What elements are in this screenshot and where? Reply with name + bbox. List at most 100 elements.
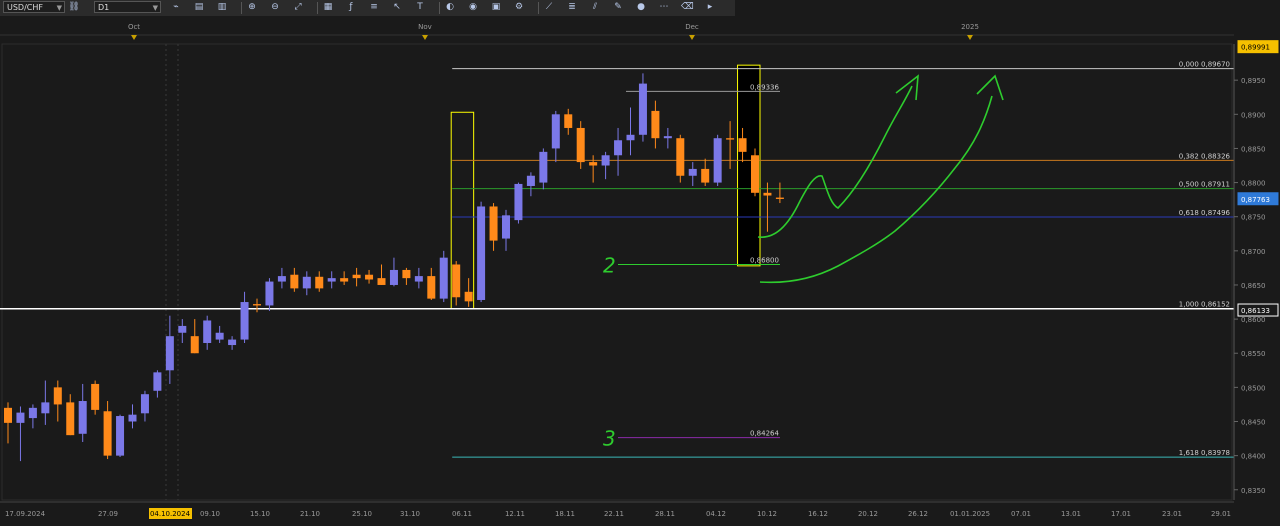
candle-body[interactable]: [352, 274, 361, 279]
candle-body[interactable]: [253, 304, 261, 306]
indicator-icon[interactable]: ƒ: [345, 2, 357, 13]
circle-icon[interactable]: ●: [635, 2, 647, 13]
candle-body[interactable]: [178, 325, 187, 333]
candle-body[interactable]: [763, 192, 772, 196]
candle-body[interactable]: [228, 339, 237, 346]
candle-body[interactable]: [41, 402, 50, 414]
candle-body[interactable]: [751, 155, 759, 193]
candle-body[interactable]: [66, 402, 75, 436]
bar-icon[interactable]: ▤: [193, 2, 205, 13]
candle-body[interactable]: [4, 407, 12, 423]
candle-body[interactable]: [78, 401, 87, 434]
timeframe-value: D1: [98, 3, 110, 12]
candle-body[interactable]: [16, 412, 25, 423]
y-tick-label: 0,8500: [1241, 384, 1266, 392]
x-tick-label: 17.01: [1111, 510, 1131, 518]
candle-body[interactable]: [277, 276, 286, 282]
candle-body[interactable]: [340, 278, 349, 282]
candle-body[interactable]: [713, 138, 722, 183]
candle-body[interactable]: [290, 274, 299, 289]
zoom-in-icon[interactable]: ⊕: [246, 2, 258, 13]
candle-body[interactable]: [414, 276, 423, 282]
candle-body[interactable]: [651, 110, 660, 139]
more-icon[interactable]: ▸: [704, 2, 716, 13]
color-icon[interactable]: ◐: [444, 2, 456, 13]
candle-body[interactable]: [402, 269, 411, 279]
candle-body[interactable]: [190, 336, 199, 354]
candle-body[interactable]: [676, 138, 685, 176]
grid-icon[interactable]: ▦: [322, 2, 334, 13]
price-chart[interactable]: 0,000 0,89670 0,382 0,88326 0,500 0,87911 0…: [0, 16, 1280, 526]
x-tick-label: 10.12: [757, 510, 777, 518]
candle-body[interactable]: [601, 155, 610, 166]
candle-body[interactable]: [377, 278, 386, 285]
candle-body[interactable]: [103, 411, 112, 456]
globe-icon[interactable]: ◉: [467, 2, 479, 13]
candle-body[interactable]: [701, 168, 710, 183]
candle-body[interactable]: [726, 138, 735, 140]
candle-body[interactable]: [203, 320, 212, 343]
candle-body[interactable]: [775, 197, 784, 199]
candle-body[interactable]: [688, 168, 697, 176]
candle-body[interactable]: [116, 416, 125, 456]
fit-icon[interactable]: ⤢: [292, 2, 304, 13]
channel-icon[interactable]: ⫽: [589, 2, 601, 13]
trend-icon[interactable]: ⟋: [543, 2, 555, 13]
candle-icon[interactable]: ▥: [216, 2, 228, 13]
candle-body[interactable]: [53, 387, 62, 405]
candle-body[interactable]: [28, 407, 37, 419]
candle-body[interactable]: [663, 136, 672, 139]
dots-icon[interactable]: ⋯: [658, 2, 670, 13]
candle-body[interactable]: [589, 162, 598, 166]
object-list-icon[interactable]: ≡: [368, 2, 380, 13]
annotation-number: 3: [603, 427, 616, 451]
chevron-down-icon: ▼: [152, 4, 158, 12]
candle-body[interactable]: [477, 206, 486, 300]
eraser-icon[interactable]: ⌫: [681, 2, 694, 13]
candle-body[interactable]: [91, 383, 100, 410]
text-icon[interactable]: T: [414, 2, 426, 13]
settings-icon[interactable]: ⚙: [513, 2, 525, 13]
candle-body[interactable]: [564, 114, 573, 128]
zoom-out-icon[interactable]: ⊖: [269, 2, 281, 13]
candle-body[interactable]: [427, 276, 436, 299]
fib-icon[interactable]: ≣: [566, 2, 578, 13]
x-tick-label: 16.12: [808, 510, 828, 518]
candle-body[interactable]: [153, 372, 162, 391]
candle-body[interactable]: [539, 151, 548, 183]
candle-body[interactable]: [302, 276, 311, 289]
candle-body[interactable]: [128, 414, 137, 422]
candle-body[interactable]: [502, 215, 510, 239]
symbol-select[interactable]: USD/CHF ▼: [3, 1, 65, 13]
candle-body[interactable]: [439, 257, 448, 299]
candle-body[interactable]: [626, 134, 635, 141]
pen-icon[interactable]: ✎: [612, 2, 624, 13]
candle-body[interactable]: [240, 302, 249, 340]
candle-body[interactable]: [526, 175, 535, 186]
candle-body[interactable]: [315, 276, 324, 289]
candle-body[interactable]: [638, 83, 647, 135]
timeframe-select[interactable]: D1 ▼: [94, 1, 161, 13]
x-tick-label: 20.12: [858, 510, 878, 518]
link-icon[interactable]: ⛓: [68, 2, 80, 13]
y-tick-label: 0,8900: [1241, 111, 1266, 119]
candle-body[interactable]: [489, 206, 498, 241]
candle-body[interactable]: [452, 264, 461, 298]
cursor-icon[interactable]: ↖: [391, 2, 403, 13]
candle-body[interactable]: [389, 269, 398, 285]
candle-body[interactable]: [551, 114, 560, 149]
chart-type-icon[interactable]: ⌁: [170, 2, 182, 13]
candle-body[interactable]: [738, 138, 747, 152]
candle-body[interactable]: [576, 127, 585, 163]
candle-body[interactable]: [215, 332, 224, 340]
candle-body[interactable]: [140, 394, 149, 414]
template-icon[interactable]: ▣: [490, 2, 502, 13]
candle-body[interactable]: [464, 291, 473, 302]
candle-body[interactable]: [165, 336, 174, 371]
candle-body[interactable]: [327, 278, 336, 282]
candle-body[interactable]: [365, 274, 374, 280]
y-tick-label: 0,8750: [1241, 214, 1266, 222]
candle-body[interactable]: [614, 140, 623, 156]
candle-body[interactable]: [265, 281, 274, 306]
candle-body[interactable]: [514, 183, 523, 221]
